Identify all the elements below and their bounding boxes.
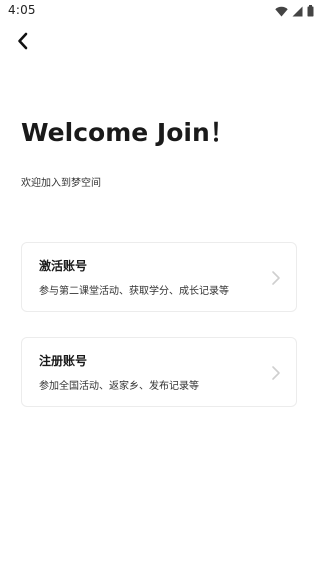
register-account-title: 注册账号 <box>39 354 88 368</box>
chevron-right-icon <box>270 270 282 286</box>
activate-account-description: 参与第二课堂活动、获取学分、成长记录等 <box>39 286 229 297</box>
register-account-card[interactable]: 注册账号 参加全国活动、返家乡、发布记录等 <box>21 337 297 407</box>
status-bar: 4:05 <box>0 0 320 24</box>
register-account-description: 参加全国活动、返家乡、发布记录等 <box>39 381 199 392</box>
back-button[interactable] <box>10 30 36 56</box>
cellular-signal-icon <box>292 6 303 17</box>
status-time: 4:05 <box>8 3 36 17</box>
chevron-right-icon <box>270 365 282 381</box>
status-icons <box>275 3 314 19</box>
chevron-left-icon <box>16 32 30 54</box>
activate-account-title: 激活账号 <box>39 259 88 273</box>
wifi-icon <box>275 6 288 17</box>
page-title: Welcome Join！ <box>21 118 235 147</box>
battery-icon <box>307 5 314 17</box>
page-subtitle: 欢迎加入到梦空间 <box>21 178 101 189</box>
activate-account-card[interactable]: 激活账号 参与第二课堂活动、获取学分、成长记录等 <box>21 242 297 312</box>
